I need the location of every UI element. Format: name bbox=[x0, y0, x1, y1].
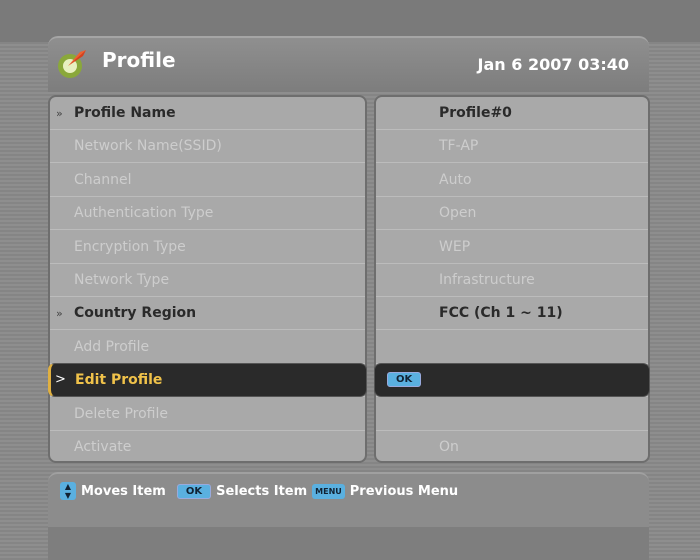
row-2: Channel bbox=[50, 164, 365, 197]
row-value-2: Auto bbox=[376, 164, 648, 197]
ok-key-icon: OK bbox=[176, 483, 212, 499]
row-10: Activate bbox=[50, 431, 365, 461]
row-7: Add Profile bbox=[50, 331, 365, 364]
row-value-4: WEP bbox=[376, 231, 648, 264]
row-label: Network Name(SSID) bbox=[74, 138, 222, 155]
row-label: Edit Profile bbox=[75, 372, 163, 388]
datetime: Jan 6 2007 03:40 bbox=[477, 55, 629, 74]
row-label: Authentication Type bbox=[74, 205, 214, 222]
row-5: Network Type bbox=[50, 264, 365, 297]
selected-row-value[interactable]: OK bbox=[374, 363, 650, 397]
row-label: Add Profile bbox=[74, 338, 150, 355]
page-title: Profile bbox=[102, 48, 176, 72]
row-value-1: TF-AP bbox=[376, 130, 648, 164]
up-down-key-icon: ▲ ▼ bbox=[60, 482, 76, 500]
row-value-10: On bbox=[376, 431, 648, 461]
row-value: Open bbox=[439, 205, 477, 222]
row-label: Activate bbox=[74, 439, 132, 455]
double-chevron-icon: » bbox=[56, 307, 63, 321]
row-value-7 bbox=[376, 331, 648, 364]
row-4: Encryption Type bbox=[50, 231, 365, 264]
row-1: Network Name(SSID) bbox=[50, 130, 365, 164]
row-value: Profile#0 bbox=[439, 105, 512, 121]
settings-value-panel: Profile#0 TF-AP Auto Open WEP Infrastructure F… bbox=[374, 95, 650, 463]
help-previous: Previous Menu bbox=[349, 483, 459, 499]
row-label: Profile Name bbox=[74, 105, 176, 121]
help-moves: Moves Item bbox=[81, 483, 166, 499]
selected-row-edit-profile[interactable]: > Edit Profile bbox=[48, 363, 367, 397]
row-3: Authentication Type bbox=[50, 197, 365, 231]
row-6[interactable]: » Country Region bbox=[50, 297, 365, 331]
help-selects: Selects Item bbox=[216, 483, 308, 499]
row-value-6: FCC (Ch 1 ~ 11) bbox=[376, 297, 648, 331]
row-label: Channel bbox=[74, 171, 132, 188]
row-label: Country Region bbox=[74, 305, 197, 322]
row-value: FCC (Ch 1 ~ 11) bbox=[439, 305, 563, 322]
row-value: Auto bbox=[439, 171, 472, 188]
row-label: Encryption Type bbox=[74, 238, 186, 255]
row-value-0: Profile#0 bbox=[376, 97, 648, 130]
row-value: On bbox=[439, 439, 459, 455]
row-0[interactable]: » Profile Name bbox=[50, 97, 365, 130]
menu-key-icon: MENU bbox=[312, 483, 345, 499]
row-value: WEP bbox=[439, 238, 471, 255]
row-value-9 bbox=[376, 398, 648, 431]
row-value: Infrastructure bbox=[439, 272, 535, 288]
chevron-right-icon: > bbox=[55, 372, 66, 387]
row-value-5: Infrastructure bbox=[376, 264, 648, 297]
row-label: Network Type bbox=[74, 272, 170, 288]
row-9: Delete Profile bbox=[50, 398, 365, 431]
satellite-dish-icon bbox=[58, 50, 86, 78]
footer-band bbox=[48, 527, 649, 560]
row-value: TF-AP bbox=[439, 138, 479, 155]
settings-label-panel: » Profile Name Network Name(SSID) Channel Au… bbox=[48, 95, 367, 463]
row-label: Delete Profile bbox=[74, 405, 168, 422]
double-chevron-icon: » bbox=[56, 107, 63, 120]
ok-button[interactable]: OK bbox=[387, 372, 422, 387]
row-value-3: Open bbox=[376, 197, 648, 231]
header: Profile Jan 6 2007 03:40 bbox=[48, 36, 649, 92]
